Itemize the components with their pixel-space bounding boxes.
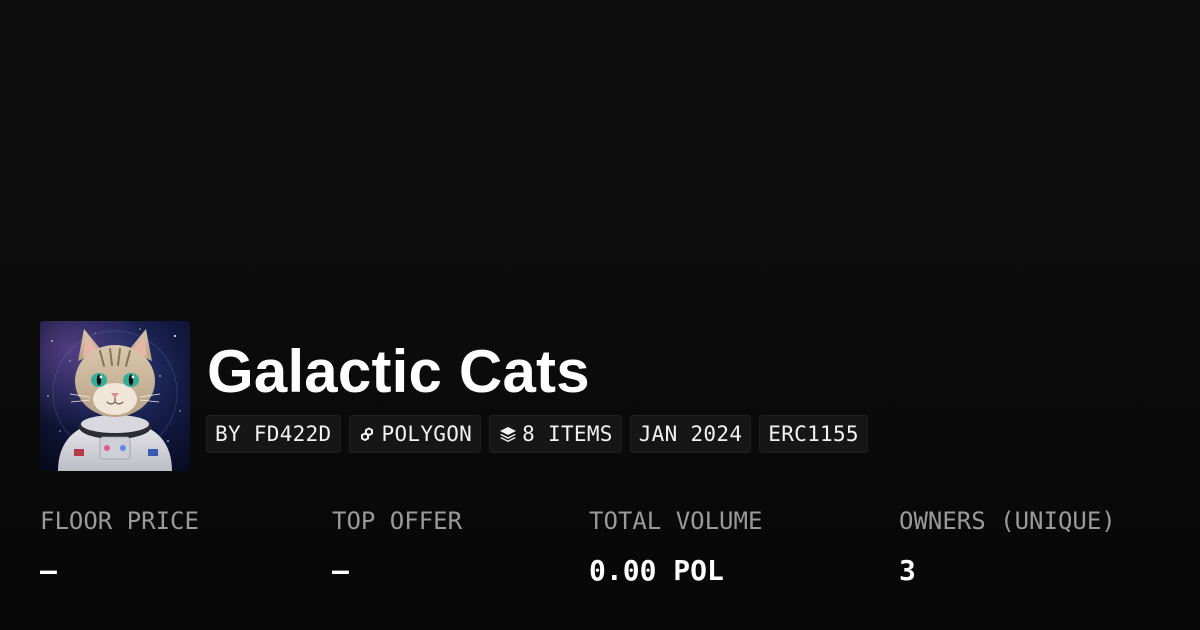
- stat-top-offer: TOP OFFER –: [332, 504, 462, 588]
- creator-chip[interactable]: BY FD422D: [206, 415, 341, 453]
- stat-floor-price: FLOOR PRICE –: [40, 504, 199, 588]
- stat-value: 3: [899, 554, 916, 587]
- stat-value: –: [40, 554, 57, 587]
- chain-label: POLYGON: [381, 422, 473, 446]
- collection-thumbnail: [40, 321, 190, 471]
- items-label: 8 ITEMS: [522, 422, 613, 446]
- date-label: JAN 2024: [638, 422, 743, 446]
- standard-label: ERC1155: [768, 422, 859, 446]
- stat-value: 0.00 POL: [589, 554, 724, 587]
- items-chip[interactable]: 8 ITEMS: [489, 415, 622, 453]
- collection-title: Galactic Cats: [207, 338, 590, 405]
- collection-preview-card: Galactic Cats BY FD422D POLYGON 8 ITEMS …: [0, 0, 1200, 630]
- stat-label: TOTAL VOLUME: [589, 507, 763, 535]
- stat-label: OWNERS (UNIQUE): [899, 507, 1116, 535]
- creator-label: BY FD422D: [215, 422, 332, 446]
- stat-value: –: [332, 554, 349, 587]
- stat-owners-unique: OWNERS (UNIQUE) 3: [899, 504, 1116, 588]
- standard-chip: ERC1155: [759, 415, 868, 453]
- date-chip: JAN 2024: [629, 415, 752, 453]
- stat-label: FLOOR PRICE: [40, 507, 199, 535]
- layers-icon: [498, 424, 518, 444]
- chain-chip[interactable]: POLYGON: [348, 415, 482, 453]
- chain-link-icon: [358, 424, 378, 444]
- astronaut-cat-image: [40, 321, 190, 471]
- collection-stats: FLOOR PRICE – TOP OFFER – TOTAL VOLUME 0…: [0, 504, 1200, 604]
- collection-meta-chips: BY FD422D POLYGON 8 ITEMS JAN 2024 ERC11…: [206, 415, 868, 453]
- stat-label: TOP OFFER: [332, 507, 463, 535]
- stat-total-volume: TOTAL VOLUME 0.00 POL: [589, 504, 762, 588]
